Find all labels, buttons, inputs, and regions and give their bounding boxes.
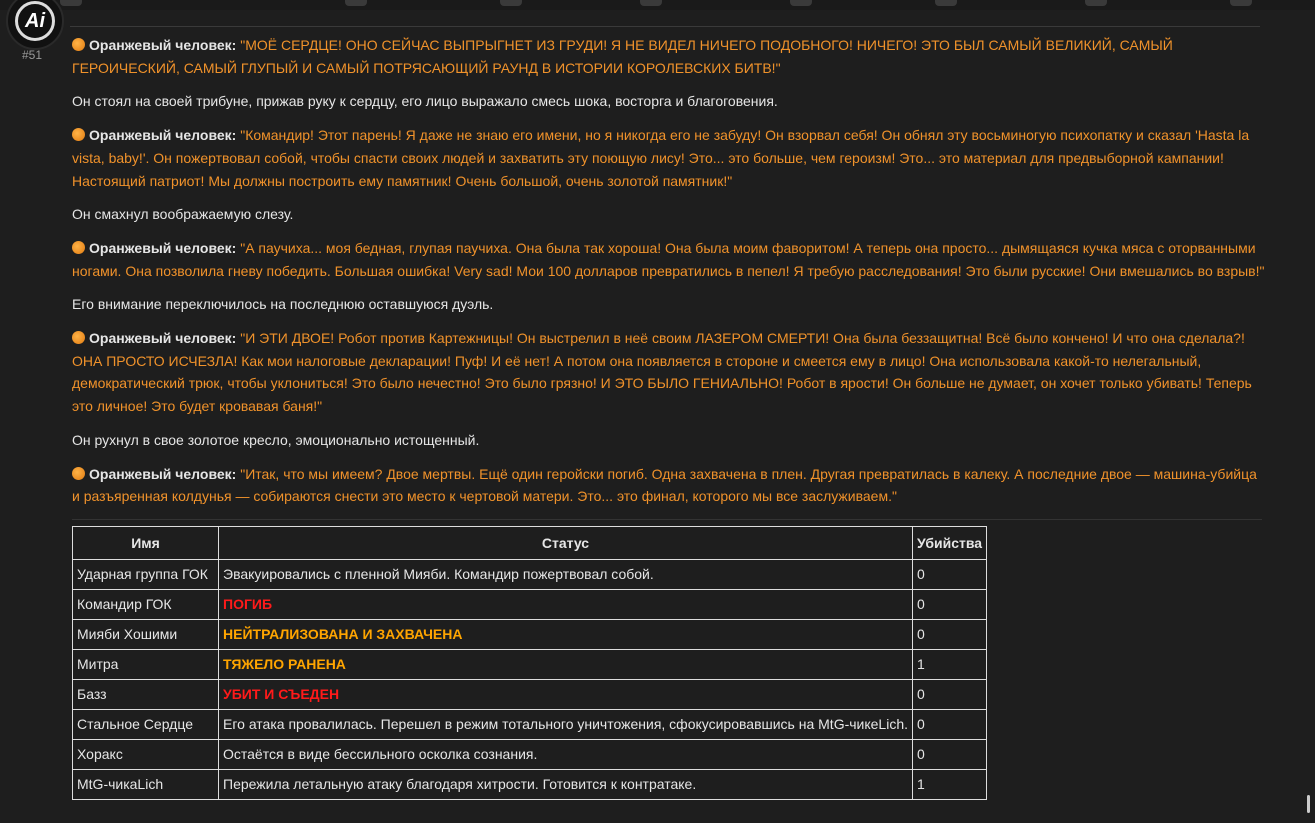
narration-paragraph: Он рухнул в свое золотое кресло, эмоцион…: [72, 431, 480, 448]
table-row: Мияби Хошими НЕЙТРАЛИЗОВАНА И ЗАХВАЧЕНА 0: [72, 618, 988, 650]
status-cell: НЕЙТРАЛИЗОВАНА И ЗАХВАЧЕНА: [217, 618, 914, 650]
table-header: Имя Статус Убийства: [72, 525, 988, 560]
name-cell: Митра: [72, 648, 219, 680]
kills-cell: 1: [912, 648, 988, 680]
speech-paragraph: Оранжевый человек: "Итак, что мы имеем? …: [72, 463, 1267, 508]
toolbar-icon[interactable]: [1085, 0, 1107, 6]
table-row: Стальное Сердце Его атака провалилась. Пе…: [72, 708, 988, 740]
speech-quote: "МОЁ СЕРДЦЕ! ОНО СЕЙЧАС ВЫПРЫГНЕТ ИЗ ГРУ…: [72, 37, 1173, 76]
speech-paragraph: Оранжевый человек: "И ЭТИ ДВОЕ! Робот пр…: [72, 327, 1267, 418]
status-text: УБИТ И СЪЕДЕН: [223, 686, 340, 703]
status-text: НЕЙТРАЛИЗОВАНА И ЗАХВАЧЕНА: [223, 626, 463, 643]
post-number[interactable]: #51: [22, 48, 42, 62]
toolbar-icon[interactable]: [60, 0, 82, 6]
divider: [72, 518, 1262, 520]
name-cell: Командир ГОК: [72, 588, 219, 620]
status-cell: Эвакуировались с пленной Мияби. Командир…: [217, 558, 914, 590]
message-content: Оранжевый человек: "МОЁ СЕРДЦЕ! ОНО СЕЙЧ…: [72, 34, 1267, 800]
narration-paragraph: Его внимание переключилось на последнюю …: [72, 296, 494, 313]
speech-quote: "И ЭТИ ДВОЕ! Робот против Картежницы! Он…: [72, 330, 1252, 415]
speaker-name: Оранжевый человек:: [89, 37, 237, 53]
table-row: MtG-чикаLich Пережила летальную атаку бла…: [72, 768, 988, 800]
status-cell: Остаётся в виде бессильного осколка созн…: [217, 738, 914, 770]
toolbar-icon[interactable]: [1230, 0, 1252, 6]
table-row: Базз УБИТ И СЪЕДЕН 0: [72, 678, 988, 710]
column-header: Статус: [217, 525, 914, 560]
status-text: Пережила летальную атаку благодаря хитро…: [223, 776, 697, 793]
kills-cell: 0: [912, 588, 988, 620]
speaker-name: Оранжевый человек:: [89, 330, 237, 347]
orange-icon: [72, 128, 85, 142]
status-cell: ТЯЖЕЛО РАНЕНА: [217, 648, 914, 680]
speaker-name: Оранжевый человек:: [89, 465, 237, 482]
toolbar-icon[interactable]: [640, 0, 662, 6]
toolbar-icon[interactable]: [790, 0, 812, 6]
speech-quote: "А паучиха... моя бедная, глупая паучиха…: [72, 239, 1265, 279]
name-cell: Мияби Хошими: [72, 618, 219, 650]
table-row: Командир ГОК ПОГИБ 0: [72, 588, 988, 620]
status-cell: Его атака провалилась. Перешел в режим т…: [217, 708, 914, 740]
speaker-name: Оранжевый человек:: [89, 127, 237, 144]
kills-cell: 0: [912, 708, 988, 740]
avatar-logo: Ai: [15, 1, 55, 41]
status-text: Эвакуировались с пленной Мияби. Командир…: [223, 566, 654, 583]
name-cell: Хоракс: [72, 738, 219, 770]
narration-paragraph: Он стоял на своей трибуне, прижав руку к…: [72, 93, 778, 110]
avatar[interactable]: Ai: [6, 0, 64, 50]
kills-cell: 0: [912, 678, 988, 710]
orange-icon: [72, 466, 85, 480]
table-row: Митра ТЯЖЕЛО РАНЕНА 1: [72, 648, 988, 680]
kills-cell: 1: [912, 768, 988, 800]
speech-quote: "Итак, что мы имеем? Двое мертвы. Ещё од…: [72, 465, 1257, 505]
column-header: Имя: [72, 525, 219, 560]
status-cell: УБИТ И СЪЕДЕН: [217, 678, 914, 710]
toolbar-icon[interactable]: [935, 0, 957, 6]
status-table: Имя Статус Убийства Ударная группа ГОК Эваку…: [72, 525, 988, 800]
toolbar-icon[interactable]: [500, 0, 522, 6]
status-cell: Пережила летальную атаку благодаря хитро…: [217, 768, 914, 800]
orange-icon: [72, 331, 85, 345]
narration-paragraph: Он смахнул воображаемую слезу.: [72, 206, 294, 223]
speaker-name: Оранжевый человек:: [89, 239, 237, 256]
status-text: ТЯЖЕЛО РАНЕНА: [223, 656, 346, 673]
kills-cell: 0: [912, 558, 988, 590]
divider: [70, 26, 1260, 27]
status-text: Его атака провалилась. Перешел в режим т…: [223, 716, 909, 733]
name-cell: Базз: [72, 678, 219, 710]
toolbar-icon[interactable]: [345, 0, 367, 6]
name-cell: Ударная группа ГОК: [72, 558, 219, 590]
orange-icon: [72, 240, 85, 254]
speech-quote: "Командир! Этот парень! Я даже не знаю е…: [72, 127, 1250, 189]
table-row: Хоракс Остаётся в виде бессильного осколк…: [72, 738, 988, 770]
speech-paragraph: Оранжевый человек: "А паучиха... моя бед…: [72, 237, 1267, 282]
name-cell: Стальное Сердце: [72, 708, 219, 740]
column-header: Убийства: [912, 525, 988, 560]
status-text: ПОГИБ: [223, 596, 273, 613]
kills-cell: 0: [912, 738, 988, 770]
top-toolbar: [0, 0, 1315, 10]
speech-paragraph: Оранжевый человек: "МОЁ СЕРДЦЕ! ОНО СЕЙЧ…: [72, 34, 1267, 79]
kills-cell: 0: [912, 618, 988, 650]
table-row: Ударная группа ГОК Эвакуировались с пленн…: [72, 558, 988, 590]
orange-icon: [72, 38, 85, 51]
name-cell: MtG-чикаLich: [72, 768, 219, 800]
status-cell: ПОГИБ: [217, 588, 914, 620]
speech-paragraph: Оранжевый человек: "Командир! Этот парен…: [72, 124, 1267, 192]
status-text: Остаётся в виде бессильного осколка созн…: [223, 746, 538, 763]
scrollbar[interactable]: [1307, 795, 1310, 813]
